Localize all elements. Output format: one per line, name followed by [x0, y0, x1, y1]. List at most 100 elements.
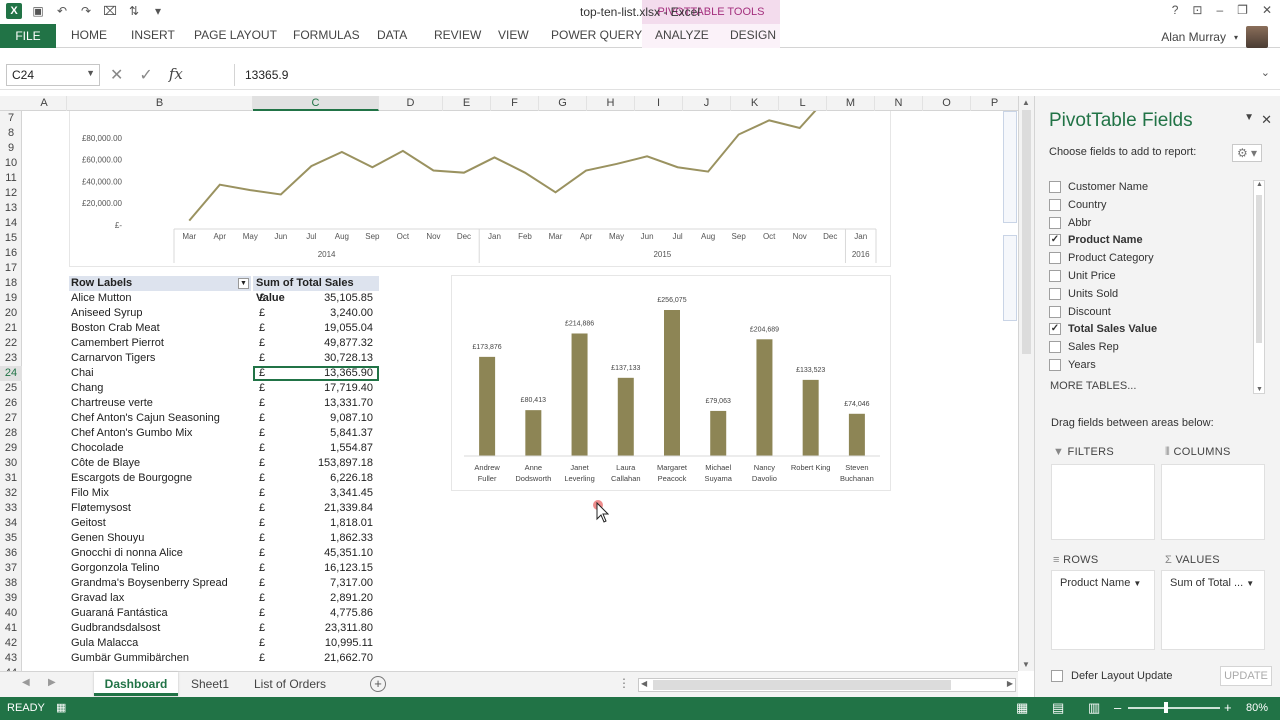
tab-power-query[interactable]: POWER QUERY [551, 28, 642, 42]
row-header[interactable]: 28 [0, 426, 22, 441]
field-item[interactable]: Discount [1049, 303, 1111, 321]
pivot-row-label[interactable]: Gorgonzola Telino [71, 561, 251, 576]
pivot-row-value[interactable]: 6,226.18 [279, 471, 373, 486]
column-header[interactable]: K [731, 96, 779, 111]
pivot-row-label[interactable]: Côte de Blaye [71, 456, 251, 471]
tab-formulas[interactable]: FORMULAS [293, 28, 360, 42]
pane-options-icon[interactable]: ▼ [1244, 112, 1254, 123]
row-header[interactable]: 21 [0, 321, 22, 336]
pivot-row-label[interactable]: Boston Crab Meat [71, 321, 251, 336]
pivot-row-value[interactable]: 153,897.18 [279, 456, 373, 471]
bar[interactable] [571, 333, 588, 456]
pivot-row-label[interactable]: Chef Anton's Gumbo Mix [71, 426, 251, 441]
row-header[interactable]: 23 [0, 351, 22, 366]
row-header[interactable]: 37 [0, 561, 22, 576]
scroll-down-icon[interactable]: ▼ [1022, 660, 1030, 669]
pivot-row-label[interactable]: Carnarvon Tigers [71, 351, 251, 366]
next-sheet-icon[interactable]: ▶ [48, 677, 56, 688]
undo-icon[interactable]: ↶ [54, 3, 70, 19]
zoom-slider[interactable] [1128, 702, 1220, 713]
column-header[interactable]: B [67, 96, 253, 111]
field-checkbox[interactable] [1049, 305, 1061, 318]
pivot-currency-symbol[interactable]: £ [259, 531, 271, 546]
pivot-currency-symbol[interactable]: £ [259, 426, 271, 441]
bar[interactable] [525, 410, 542, 456]
pivot-row-label[interactable]: Escargots de Bourgogne [71, 471, 251, 486]
pivot-row-value[interactable]: 9,087.10 [279, 411, 373, 426]
field-item[interactable]: Sales Rep [1049, 338, 1119, 356]
pivot-currency-symbol[interactable]: £ [259, 291, 271, 306]
pivot-currency-symbol[interactable]: £ [259, 306, 271, 321]
pivot-currency-symbol[interactable]: £ [259, 576, 271, 591]
column-header[interactable]: L [779, 96, 827, 111]
pivot-row-label[interactable]: Geitost [71, 516, 251, 531]
field-item[interactable]: ✓ Total Sales Value [1049, 320, 1157, 338]
pivot-row-label[interactable]: Alice Mutton [71, 291, 251, 306]
pivot-row-value[interactable]: 3,341.45 [279, 486, 373, 501]
save-icon[interactable]: ▣ [30, 3, 46, 19]
vertical-scrollbar[interactable]: ▲ ▼ [1018, 96, 1034, 671]
pivot-row-label[interactable]: Chocolade [71, 441, 251, 456]
user-account[interactable]: Alan Murray ▾ [1161, 26, 1268, 48]
chevron-down-icon[interactable]: ▼ [1246, 579, 1254, 588]
pivot-row-value[interactable]: 13,331.70 [279, 396, 373, 411]
row-header[interactable]: 31 [0, 471, 22, 486]
horizontal-scroll-thumb[interactable] [653, 680, 951, 690]
row-header[interactable]: 17 [0, 261, 22, 276]
row-header[interactable]: 20 [0, 306, 22, 321]
chevron-down-icon[interactable]: ▼ [1133, 579, 1141, 588]
enter-icon[interactable]: ✓ [139, 65, 152, 85]
horizontal-scrollbar[interactable]: ◀ ▶ [638, 678, 1016, 692]
field-list-scrollbar[interactable]: ▲ ▼ [1253, 180, 1265, 394]
filter-dropdown-icon[interactable]: ▼ [238, 278, 249, 289]
row-header[interactable]: 33 [0, 501, 22, 516]
slicer-panel[interactable] [1003, 235, 1017, 321]
pivot-row-value[interactable]: 21,662.70 [279, 651, 373, 666]
row-header[interactable]: 10 [0, 156, 22, 171]
field-item[interactable]: Product Category [1049, 249, 1154, 267]
scroll-up-icon[interactable]: ▲ [1256, 181, 1263, 188]
pivot-row-value[interactable]: 23,311.80 [279, 621, 373, 636]
pivot-row-label[interactable]: Gula Malacca [71, 636, 251, 651]
row-header[interactable]: 26 [0, 396, 22, 411]
clear-formats-icon[interactable]: ⌧ [102, 3, 118, 19]
bar[interactable] [802, 379, 819, 456]
minimize-icon[interactable]: – [1216, 3, 1223, 17]
pivot-currency-symbol[interactable]: £ [259, 351, 271, 366]
row-header[interactable]: 16 [0, 246, 22, 261]
tab-home[interactable]: HOME [71, 28, 107, 42]
pivot-row-label[interactable]: Gumbär Gummibärchen [71, 651, 251, 666]
row-header[interactable]: 8 [0, 126, 22, 141]
pivot-row-value[interactable]: 1,818.01 [279, 516, 373, 531]
pivot-row-value[interactable]: 49,877.32 [279, 336, 373, 351]
pivot-currency-symbol[interactable]: £ [259, 606, 271, 621]
field-item[interactable]: Customer Name [1049, 178, 1148, 196]
zoom-slider-thumb[interactable] [1164, 702, 1168, 713]
pivot-row-value[interactable]: 35,105.85 [279, 291, 373, 306]
pivot-currency-symbol[interactable]: £ [259, 471, 271, 486]
help-icon[interactable]: ? [1172, 3, 1179, 17]
row-header[interactable]: 25 [0, 381, 22, 396]
row-header[interactable]: 24 [0, 366, 22, 381]
pivot-row-value[interactable]: 19,055.04 [279, 321, 373, 336]
field-checkbox[interactable]: ✓ [1049, 323, 1061, 336]
sort-icon[interactable]: ⇅ [126, 3, 142, 19]
name-box[interactable]: C24 ▼ [6, 64, 100, 86]
customize-toolbar-icon[interactable]: ▾ [150, 3, 166, 19]
gear-icon[interactable]: ⚙ ▾ [1232, 144, 1262, 162]
insert-function-icon[interactable]: fx [169, 65, 183, 85]
pivot-row-value[interactable]: 45,351.10 [279, 546, 373, 561]
pivot-currency-symbol[interactable]: £ [259, 501, 271, 516]
tab-split-icon[interactable]: ⋮ [618, 676, 630, 690]
pivot-currency-symbol[interactable]: £ [259, 621, 271, 636]
column-header[interactable]: I [635, 96, 683, 111]
field-item[interactable]: Country [1049, 196, 1107, 214]
row-header[interactable]: 19 [0, 291, 22, 306]
pivot-currency-symbol[interactable]: £ [259, 591, 271, 606]
update-button[interactable]: UPDATE [1220, 666, 1272, 686]
pivot-currency-symbol[interactable]: £ [259, 546, 271, 561]
pivot-row-label[interactable]: Gudbrandsdalsost [71, 621, 251, 636]
tab-file[interactable]: FILE [0, 24, 56, 48]
row-header[interactable]: 38 [0, 576, 22, 591]
bar[interactable] [617, 377, 634, 456]
